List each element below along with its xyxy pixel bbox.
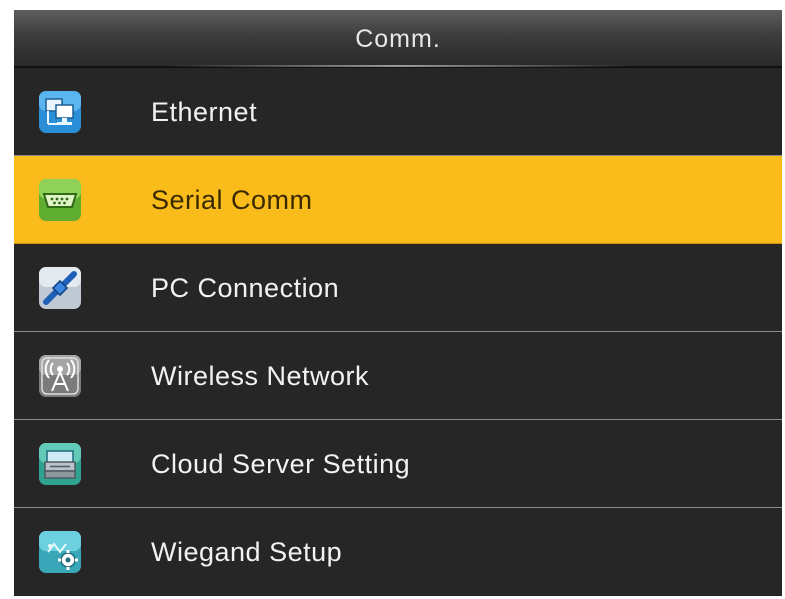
wiegand-settings-icon — [38, 530, 82, 574]
title-bar: Comm. — [14, 10, 782, 68]
title-underline — [164, 65, 632, 67]
menu-item-ethernet[interactable]: Ethernet — [14, 68, 782, 156]
cloud-server-icon — [38, 442, 82, 486]
pc-connection-icon — [38, 266, 82, 310]
menu-item-label: Serial Comm — [151, 185, 313, 215]
serial-port-icon — [38, 178, 82, 222]
menu-item-label: PC Connection — [151, 273, 340, 303]
ethernet-icon — [38, 90, 82, 134]
menu-item-label: Ethernet — [151, 97, 258, 127]
menu-item-label: Cloud Server Setting — [151, 449, 411, 479]
comm-menu-list: Ethernet Serial Comm PC Connection Wirel… — [14, 68, 782, 596]
wireless-antenna-icon — [38, 354, 82, 398]
menu-item-wiegand-setup[interactable]: Wiegand Setup — [14, 508, 782, 596]
menu-item-label: Wireless Network — [151, 361, 370, 391]
device-screen: Comm. Ethernet Serial Comm PC Connection… — [14, 10, 782, 596]
menu-item-cloud-server-setting[interactable]: Cloud Server Setting — [14, 420, 782, 508]
menu-item-label: Wiegand Setup — [151, 537, 343, 567]
menu-item-serial-comm[interactable]: Serial Comm — [14, 156, 782, 244]
menu-item-wireless-network[interactable]: Wireless Network — [14, 332, 782, 420]
page-title: Comm. — [355, 25, 441, 53]
menu-item-pc-connection[interactable]: PC Connection — [14, 244, 782, 332]
